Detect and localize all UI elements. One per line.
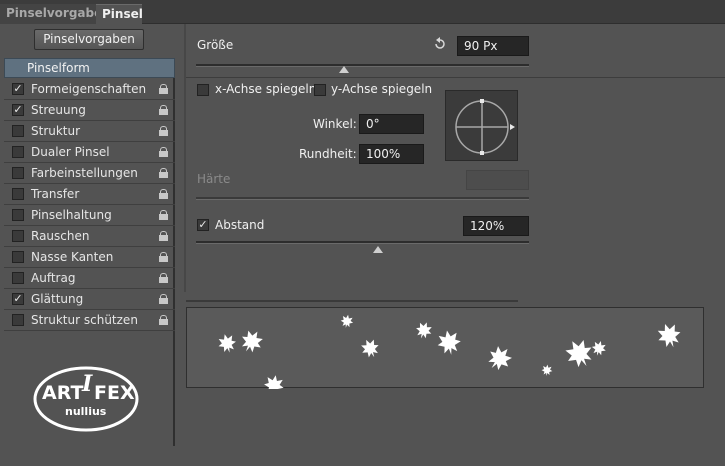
tab-pinsel[interactable]: Pinsel — [96, 4, 143, 24]
list-item-formeigenschaften[interactable]: ✓ Formeigenschaften — [4, 79, 175, 100]
list-item-transfer[interactable]: Transfer — [4, 184, 175, 205]
flip-x-label: x-Achse spiegeln — [215, 82, 317, 96]
roundness-input[interactable]: 100% — [359, 144, 424, 164]
size-slider[interactable] — [196, 64, 529, 67]
list-item-struktur-schuetzen[interactable]: Struktur schützen — [4, 310, 175, 331]
panel-divider — [184, 24, 186, 292]
tab-pinselvorgaben[interactable]: Pinselvorgaben — [0, 4, 111, 24]
hardness-label: Härte — [197, 172, 231, 186]
list-item-struktur[interactable]: Struktur — [4, 121, 175, 142]
spacing-input[interactable]: 120% — [463, 216, 529, 236]
angle-input[interactable]: 0° — [359, 114, 424, 134]
hardness-slider — [196, 197, 529, 200]
brush-presets-button[interactable]: Pinselvorgaben — [34, 29, 144, 50]
checkbox[interactable]: ✓ — [12, 293, 24, 305]
size-label: Größe — [197, 38, 234, 52]
flip-y-label: y-Achse spiegeln — [331, 82, 433, 96]
checkbox[interactable] — [12, 272, 24, 284]
list-item-glaettung[interactable]: ✓ Glättung — [4, 289, 175, 310]
logo-text-fex: FEX — [94, 382, 135, 404]
list-item-label: Streuung — [31, 103, 86, 117]
lock-icon[interactable] — [159, 231, 168, 241]
lock-icon[interactable] — [159, 168, 168, 178]
checkbox[interactable] — [12, 230, 24, 242]
checkbox[interactable] — [12, 167, 24, 179]
size-input[interactable]: 90 Px — [457, 36, 529, 56]
reset-size-icon[interactable] — [433, 37, 447, 51]
checkbox[interactable] — [12, 251, 24, 263]
lock-icon[interactable] — [159, 189, 168, 199]
angle-label: Winkel: — [313, 117, 357, 131]
lock-icon[interactable] — [159, 273, 168, 283]
lock-icon[interactable] — [159, 105, 168, 115]
checkbox[interactable] — [12, 146, 24, 158]
tab-bar: Pinselvorgaben Pinsel — [0, 0, 725, 24]
hardness-input — [466, 170, 529, 190]
logo-text-nullius: nullius — [65, 405, 107, 418]
artifex-logo: ART I FEX nullius — [33, 366, 139, 432]
roundness-label: Rundheit: — [299, 147, 357, 161]
flip-y-checkbox[interactable] — [314, 84, 326, 96]
divider — [186, 77, 725, 78]
list-item-streuung[interactable]: ✓ Streuung — [4, 100, 175, 121]
angle-roundness-widget[interactable] — [445, 90, 518, 161]
list-item-label: Struktur — [31, 124, 81, 138]
checkbox[interactable]: ✓ — [12, 83, 24, 95]
list-item-auftrag[interactable]: Auftrag — [4, 268, 175, 289]
brush-stroke-preview — [186, 307, 704, 398]
lock-icon[interactable] — [159, 147, 168, 157]
list-item-label: Glättung — [31, 292, 84, 306]
list-item-farbeinstellungen[interactable]: Farbeinstellungen — [4, 163, 175, 184]
list-item-label: Auftrag — [31, 271, 76, 285]
flip-x-checkbox[interactable] — [197, 84, 209, 96]
list-item-label: Rauschen — [31, 229, 90, 243]
checkbox[interactable] — [12, 188, 24, 200]
brush-tip-shape-item[interactable]: Pinselform — [4, 58, 175, 78]
list-item-rauschen[interactable]: Rauschen — [4, 226, 175, 247]
lock-icon[interactable] — [159, 126, 168, 136]
logo-text-i: I — [81, 371, 93, 397]
checkbox[interactable] — [12, 314, 24, 326]
leaf-stroke-preview — [215, 313, 685, 398]
list-item-label: Nasse Kanten — [31, 250, 114, 264]
list-item-nasse-kanten[interactable]: Nasse Kanten — [4, 247, 175, 268]
size-slider-thumb[interactable] — [339, 66, 349, 73]
logo-text-art: ART — [42, 382, 83, 404]
list-item-label: Dualer Pinsel — [31, 145, 110, 159]
lock-icon[interactable] — [159, 84, 168, 94]
checkbox[interactable] — [12, 125, 24, 137]
list-item-label: Pinselhaltung — [31, 208, 112, 222]
checkbox[interactable]: ✓ — [12, 104, 24, 116]
lock-icon[interactable] — [159, 252, 168, 262]
list-item-pinselhaltung[interactable]: Pinselhaltung — [4, 205, 175, 226]
checkbox[interactable] — [12, 209, 24, 221]
lock-icon[interactable] — [159, 210, 168, 220]
spacing-slider[interactable] — [196, 241, 529, 244]
spacing-checkbox[interactable]: ✓ — [197, 219, 209, 231]
list-item-dualer-pinsel[interactable]: Dualer Pinsel — [4, 142, 175, 163]
list-item-label: Struktur schützen — [31, 313, 138, 327]
spacing-label: Abstand — [215, 218, 265, 232]
lock-icon[interactable] — [159, 315, 168, 325]
preview-divider — [186, 300, 518, 302]
lock-icon[interactable] — [159, 294, 168, 304]
list-item-label: Farbeinstellungen — [31, 166, 138, 180]
list-item-label: Formeigenschaften — [31, 82, 147, 96]
brush-angle-crosshair-icon[interactable] — [446, 91, 519, 162]
list-item-label: Transfer — [31, 187, 80, 201]
spacing-slider-thumb[interactable] — [373, 246, 383, 253]
tab-divider — [142, 23, 725, 24]
